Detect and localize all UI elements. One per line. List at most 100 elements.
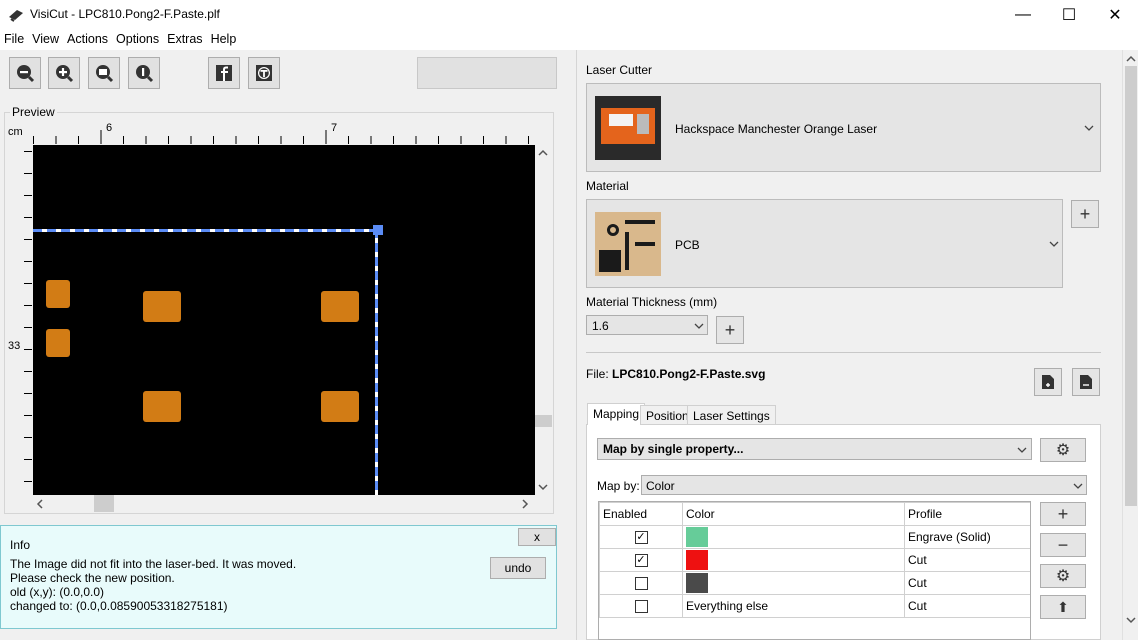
enabled-cell[interactable]: ✓ [599,525,683,549]
laser-cutter-select[interactable]: Hackspace Manchester Orange Laser [586,83,1101,172]
column-header-profile[interactable]: Profile [904,502,1030,526]
file-label: File: [586,367,609,381]
scroll-left-icon[interactable] [36,499,44,509]
settings-scroll-thumb[interactable] [1125,66,1137,506]
add-thickness-button[interactable]: + [716,316,744,344]
chevron-down-icon [1049,241,1059,247]
column-header-enabled[interactable]: Enabled [599,502,683,526]
zoom-in-button[interactable] [48,57,80,89]
new-file-button[interactable] [1034,368,1062,396]
info-close-button[interactable]: x [518,528,556,546]
zoom-fit-button[interactable] [88,57,120,89]
map-by-label: Map by: [597,479,640,493]
enabled-checkbox[interactable]: ✓ [634,553,648,567]
close-button[interactable]: ✕ [1092,0,1138,30]
enabled-checkbox[interactable]: ✓ [634,530,648,544]
add-mapping-button[interactable]: + [1040,502,1086,526]
material-select[interactable]: PCB [586,199,1063,288]
facebook-icon [216,65,232,81]
profile-cell[interactable]: Cut [904,548,1030,572]
enabled-checkbox[interactable] [634,576,648,590]
preview-canvas[interactable] [33,145,535,495]
zoom-out-icon [17,65,35,83]
mapping-settings-button[interactable]: ⚙ [1040,438,1086,462]
minimize-button[interactable]: — [1000,0,1046,30]
ruler-label-33: 33 [8,340,21,352]
chevron-down-icon [1084,125,1094,131]
solder-pad[interactable] [46,280,70,308]
menu-options[interactable]: Options [112,30,163,50]
scroll-down-icon[interactable] [1126,616,1136,624]
enabled-cell[interactable]: ✓ [599,548,683,572]
profile-cell[interactable]: Cut [904,594,1030,618]
add-material-button[interactable]: + [1071,200,1099,228]
color-swatch [686,550,708,570]
map-by-select[interactable]: Color [641,475,1087,495]
solder-pad[interactable] [321,291,359,322]
enabled-cell[interactable] [599,571,683,595]
scroll-down-icon[interactable] [538,483,548,491]
plus-icon: + [1057,503,1069,524]
undo-button[interactable]: undo [490,557,546,579]
solder-pad[interactable] [321,391,359,422]
arrow-up-icon: ⬆ [1057,598,1069,615]
table-row[interactable]: Everything else Cut [599,594,1030,618]
maximize-button[interactable]: ☐ [1046,0,1092,30]
info-line: Please check the new position. [10,571,175,585]
menu-extras[interactable]: Extras [163,30,206,50]
info-panel: Info x The Image did not fit into the la… [0,525,557,629]
facebook-button[interactable] [208,57,240,89]
mapping-mode-value: Map by single property... [603,442,744,456]
mapping-mode-select[interactable]: Map by single property... [597,438,1032,460]
thingiverse-button[interactable] [248,57,280,89]
tab-laser-settings[interactable]: Laser Settings [687,405,776,425]
menu-view[interactable]: View [28,30,63,50]
ruler-unit: cm [8,126,23,138]
tab-mapping[interactable]: Mapping [587,403,646,425]
solder-pad[interactable] [143,391,181,422]
profile-cell[interactable]: Engrave (Solid) [904,525,1030,549]
column-header-color[interactable]: Color [682,502,905,526]
thickness-value: 1.6 [592,319,609,333]
vertical-scroll-thumb[interactable] [535,415,552,427]
horizontal-scroll-thumb[interactable] [94,495,114,512]
selection-handle[interactable] [373,225,383,235]
minus-icon: − [1057,534,1069,555]
material-thumbnail [595,212,661,276]
color-cell [682,525,905,549]
info-title: Info [10,538,31,552]
menu-help[interactable]: Help [207,30,241,50]
table-row[interactable]: ✓ Engrave (Solid) [599,525,1030,549]
preview-horizontal-scrollbar[interactable] [33,495,535,512]
thickness-label: Material Thickness (mm) [586,295,718,309]
file-name: LPC810.Pong2-F.Paste.svg [612,367,766,381]
color-swatch [686,527,708,547]
thingiverse-icon [256,65,272,81]
menu-file[interactable]: File [0,30,28,50]
preview-vertical-scrollbar[interactable] [535,145,552,495]
table-row[interactable]: Cut [599,571,1030,595]
thickness-select[interactable]: 1.6 [586,315,708,335]
move-up-button[interactable]: ⬆ [1040,595,1086,619]
visicut-logo-icon [8,7,24,23]
profile-cell[interactable]: Cut [904,571,1030,595]
mapping-row-settings-button[interactable]: ⚙ [1040,564,1086,588]
zoom-out-button[interactable] [9,57,41,89]
scroll-right-icon[interactable] [521,499,529,509]
enabled-checkbox[interactable] [634,599,648,613]
settings-scrollbar[interactable] [1122,50,1138,640]
divider [586,352,1101,353]
remove-mapping-button[interactable]: − [1040,533,1086,557]
material-label: Material [586,179,629,193]
scroll-up-icon[interactable] [538,149,548,157]
solder-pad[interactable] [46,329,70,357]
remove-file-button[interactable] [1072,368,1100,396]
table-row[interactable]: ✓ Cut [599,548,1030,572]
scroll-up-icon[interactable] [1126,55,1136,63]
map-by-value: Color [646,479,675,493]
zoom-reset-button[interactable] [128,57,160,89]
menu-actions[interactable]: Actions [63,30,112,50]
chevron-down-icon [1073,483,1083,489]
solder-pad[interactable] [143,291,181,322]
enabled-cell[interactable] [599,594,683,618]
